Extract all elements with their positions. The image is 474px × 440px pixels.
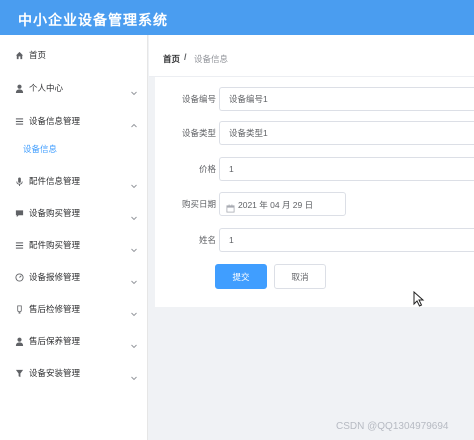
gauge-icon xyxy=(14,272,24,282)
sidebar-item-label: 配件信息管理 xyxy=(29,176,81,186)
chevron-down-icon xyxy=(130,369,138,381)
watermark: CSDN @QQ1304979694 xyxy=(336,421,449,432)
form-row-price: 价格 1 xyxy=(155,157,474,181)
device-form: 设备编号 设备编号1 设备类型 设备类型1 价格 1 购买日期 2021 年 0… xyxy=(155,77,474,307)
sidebar-item-home[interactable]: 首页 xyxy=(0,40,148,70)
submit-button[interactable]: 提交 xyxy=(215,264,267,289)
home-icon xyxy=(14,50,24,60)
funnel-icon xyxy=(14,368,24,378)
field-label: 姓名 xyxy=(198,235,216,245)
mouse-cursor-icon xyxy=(413,290,425,307)
chevron-down-icon xyxy=(130,209,138,221)
cancel-button[interactable]: 取消 xyxy=(274,264,326,289)
chevron-down-icon xyxy=(130,273,138,285)
sidebar-subitem-device-info[interactable]: 设备信息 xyxy=(0,136,148,162)
sidebar-item-profile[interactable]: 个人中心 xyxy=(0,73,148,103)
sidebar-item-label: 个人中心 xyxy=(29,83,64,93)
field-label: 设备类型 xyxy=(181,128,216,138)
sidebar-item-parts-info[interactable]: 配件信息管理 xyxy=(0,166,148,196)
breadcrumb: 首页 / 设备信息 xyxy=(149,35,474,77)
sidebar-item-label: 首页 xyxy=(29,50,47,60)
sidebar-item-device-purchase[interactable]: 设备购买管理 xyxy=(0,198,148,228)
device-number-input[interactable]: 设备编号1 xyxy=(219,87,474,111)
field-label: 价格 xyxy=(198,164,216,174)
form-row-name: 姓名 1 xyxy=(155,228,474,252)
form-row-device-type: 设备类型 设备类型1 xyxy=(155,121,474,145)
breadcrumb-separator: / xyxy=(184,52,187,62)
chat-icon xyxy=(14,208,24,218)
chevron-down-icon xyxy=(130,337,138,349)
main-content: 首页 / 设备信息 设备编号 设备编号1 设备类型 设备类型1 价格 1 购买日… xyxy=(149,35,474,440)
user-icon xyxy=(14,83,24,93)
sidebar-menu: 首页 个人中心 设备信息管理 设备信息 配件信息管理 设备购买管理 配件购买管理… xyxy=(0,35,148,440)
device-type-input[interactable]: 设备类型1 xyxy=(219,121,474,145)
breadcrumb-home[interactable]: 首页 xyxy=(163,53,180,65)
price-input[interactable]: 1 xyxy=(219,157,474,181)
list-icon xyxy=(14,116,24,126)
calendar-icon xyxy=(226,200,235,213)
field-label: 设备编号 xyxy=(181,94,216,104)
sidebar-item-repair[interactable]: 设备报修管理 xyxy=(0,262,148,292)
chevron-down-icon xyxy=(130,177,138,189)
purchase-date-picker[interactable]: 2021 年 04 月 29 日 xyxy=(219,192,346,216)
list-icon xyxy=(14,240,24,250)
sidebar-item-label: 设备安装管理 xyxy=(29,368,81,378)
name-input[interactable]: 1 xyxy=(219,228,474,252)
chevron-down-icon xyxy=(130,84,138,96)
app-title: 中小企业设备管理系统 xyxy=(18,12,168,28)
top-header: 中小企业设备管理系统 xyxy=(0,0,474,35)
sidebar-subitem-label: 设备信息 xyxy=(23,144,58,154)
sidebar-item-aftersale-maintenance[interactable]: 售后保养管理 xyxy=(0,326,148,356)
form-row-device-number: 设备编号 设备编号1 xyxy=(155,87,474,111)
form-row-purchase-date: 购买日期 2021 年 04 月 29 日 xyxy=(155,192,474,216)
sidebar-item-label: 设备信息管理 xyxy=(29,116,81,126)
sidebar-item-label: 售后保养管理 xyxy=(29,336,81,346)
purchase-date-value: 2021 年 04 月 29 日 xyxy=(238,200,314,210)
sidebar-item-label: 设备报修管理 xyxy=(29,272,81,282)
sidebar-item-device-info[interactable]: 设备信息管理 xyxy=(0,106,148,136)
chevron-down-icon xyxy=(130,241,138,253)
field-label: 购买日期 xyxy=(181,199,216,209)
sidebar-item-installation[interactable]: 设备安装管理 xyxy=(0,358,148,388)
sidebar-item-parts-purchase[interactable]: 配件购买管理 xyxy=(0,230,148,260)
bulb-icon xyxy=(14,304,24,314)
microphone-icon xyxy=(14,176,24,186)
sidebar-item-label: 设备购买管理 xyxy=(29,208,81,218)
chevron-down-icon xyxy=(130,305,138,317)
chevron-up-icon xyxy=(130,117,138,128)
breadcrumb-current: 设备信息 xyxy=(194,54,229,64)
sidebar-item-aftersale-repair[interactable]: 售后检修管理 xyxy=(0,294,148,324)
sidebar-item-label: 配件购买管理 xyxy=(29,240,81,250)
user-icon xyxy=(14,336,24,346)
sidebar-item-label: 售后检修管理 xyxy=(29,304,81,314)
form-actions: 提交 取消 xyxy=(155,264,474,289)
